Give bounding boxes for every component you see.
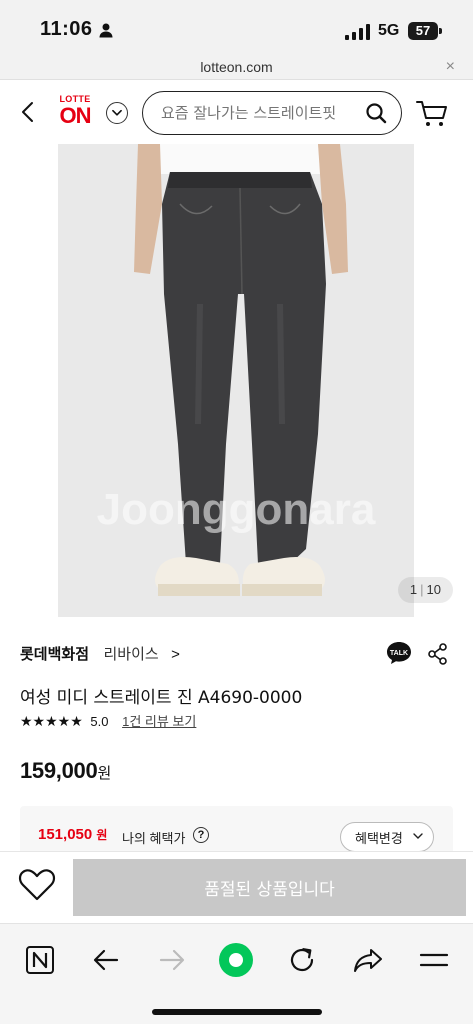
battery-indicator: 57 xyxy=(408,22,438,40)
search-input[interactable] xyxy=(161,92,361,133)
price-row: 159,000원 xyxy=(20,758,111,784)
url-text[interactable]: lotteon.com xyxy=(0,59,473,75)
refresh-icon[interactable] xyxy=(284,942,320,978)
signal-icon xyxy=(345,24,370,40)
watermark-text: Joonggonara xyxy=(97,485,376,534)
search-icon[interactable] xyxy=(365,102,387,124)
site-header: LOTTE ON xyxy=(0,80,473,144)
benefit-price: 151,050 원 xyxy=(38,826,107,843)
back-arrow-icon[interactable] xyxy=(88,942,124,978)
rating-value: 5.0 xyxy=(90,714,109,729)
image-counter: 1 | 10 xyxy=(397,577,453,603)
status-time: 11:06 xyxy=(40,18,93,40)
n-icon[interactable] xyxy=(22,942,58,978)
network-label: 5G xyxy=(378,22,400,39)
chevron-down-icon[interactable] xyxy=(106,102,128,124)
image-counter-total: 10 xyxy=(426,582,441,597)
battery-cap xyxy=(439,28,442,34)
lotte-on-logo[interactable]: LOTTE ON xyxy=(54,94,96,132)
logo-main-text: ON xyxy=(59,103,92,128)
benefit-price-unit: 원 xyxy=(96,828,108,842)
price-unit: 원 xyxy=(97,765,112,782)
review-link[interactable]: 1건 리뷰 보기 xyxy=(122,714,196,729)
product-title: 여성 미디 스트레이트 진 A4690-0000 xyxy=(20,688,303,708)
benefit-price-value: 151,050 xyxy=(38,826,93,843)
heart-icon[interactable] xyxy=(18,868,56,902)
cart-icon[interactable] xyxy=(416,98,448,128)
search-box[interactable] xyxy=(142,91,402,135)
purchase-action-bar: 품절된 상품입니다 xyxy=(0,851,473,923)
home-circle-icon[interactable] xyxy=(218,942,254,978)
soldout-button: 품절된 상품입니다 xyxy=(73,859,466,916)
browser-bottom-nav xyxy=(0,923,473,1024)
status-bar: 11:06 5G 57 xyxy=(0,0,473,56)
share-arrow-icon[interactable] xyxy=(350,942,386,978)
home-indicator xyxy=(152,1009,322,1015)
price: 159,000 xyxy=(20,758,98,783)
product-photo: Joonggonara xyxy=(0,144,473,617)
benefit-change-button[interactable]: 혜택변경 xyxy=(340,822,434,852)
url-bar: lotteon.com × xyxy=(0,56,473,80)
benefit-box: 151,050 원 나의 혜택가 ? 혜택변경 xyxy=(20,806,453,856)
help-icon[interactable]: ? xyxy=(193,827,209,843)
back-icon[interactable] xyxy=(18,100,38,124)
share-icon[interactable] xyxy=(428,643,448,665)
close-icon[interactable]: × xyxy=(446,58,455,76)
image-counter-current: 1 xyxy=(409,582,418,597)
talk-icon[interactable]: TALK xyxy=(386,641,412,665)
store-name[interactable]: 롯데백화점 xyxy=(20,646,89,663)
product-image[interactable]: Joonggonara 1 | 10 xyxy=(0,144,473,617)
person-icon xyxy=(99,23,113,38)
rating-row: ★★★★★ 5.0 1건 리뷰 보기 xyxy=(20,711,196,733)
benefit-label: 나의 혜택가 xyxy=(122,831,186,846)
forward-arrow-icon[interactable] xyxy=(154,942,190,978)
brand-chevron-icon[interactable]: > xyxy=(171,646,180,663)
brand-name[interactable]: 리바이스 xyxy=(103,646,158,663)
rating-stars: ★★★★★ xyxy=(20,713,83,729)
talk-label: TALK xyxy=(390,650,408,657)
benefit-change-label: 혜택변경 xyxy=(355,831,403,847)
menu-icon[interactable] xyxy=(416,942,452,978)
chevron-down-icon xyxy=(413,833,423,839)
